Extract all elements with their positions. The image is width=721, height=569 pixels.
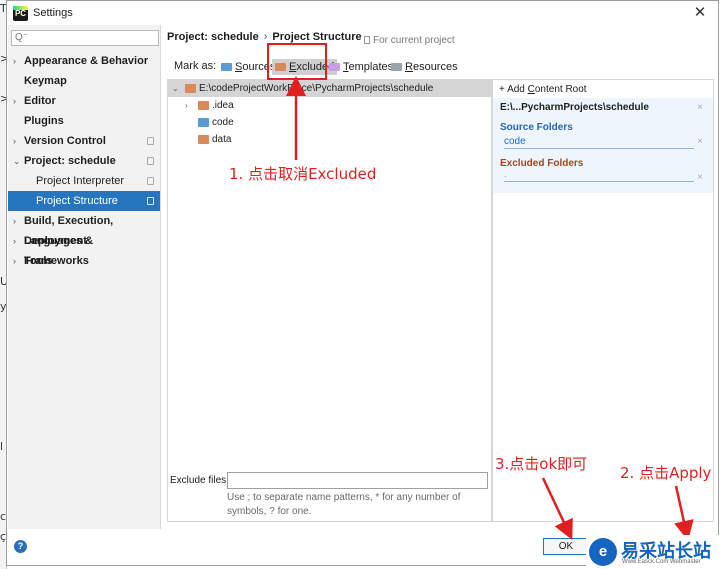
sidebar-item-label: Keymap xyxy=(24,75,67,87)
folder-tree-row[interactable]: › .idea xyxy=(168,97,491,114)
chevron-right-icon[interactable]: › xyxy=(185,97,188,114)
ok-button[interactable]: OK xyxy=(543,538,589,555)
sidebar-item-languages-frameworks[interactable]: › Languages & Frameworks xyxy=(8,231,160,267)
sidebar-item-label: Version Control xyxy=(24,135,106,147)
templates-folder-icon xyxy=(329,63,340,71)
sidebar-item-build-execution-deployment[interactable]: › Build, Execution, Deployment xyxy=(8,211,160,247)
exclude-files-label: Exclude files: xyxy=(170,475,229,486)
bg-char: l xyxy=(0,440,4,453)
sidebar-item-editor[interactable]: › Editor xyxy=(8,91,160,111)
mark-resources-button[interactable]: Resources xyxy=(391,59,458,75)
sidebar-item-version-control[interactable]: › Version Control xyxy=(8,131,160,151)
settings-sidebar: Q⁻ › Appearance & Behavior Keymap › Editor Pl… xyxy=(8,25,161,529)
folder-name: E:\codeProjectWorkPlace\PycharmProjects\… xyxy=(199,83,434,94)
sidebar-item-label: Project: schedule xyxy=(24,155,116,167)
sidebar-item-appearance-behavior[interactable]: › Appearance & Behavior xyxy=(8,51,160,71)
settings-dialog: PC Settings ✕ Q⁻ › Appearance & Behavior K… xyxy=(6,0,719,566)
exclude-files-hint: Use ; to separate name patterns, * for a… xyxy=(227,492,461,517)
folder-name: code xyxy=(212,117,234,128)
chevron-right-icon[interactable]: › xyxy=(13,131,16,151)
folder-tree-pane: ⌄ E:\codeProjectWorkPlace\PycharmProject… xyxy=(167,79,492,522)
settings-search-box[interactable]: Q⁻ xyxy=(11,30,159,46)
project-level-icon xyxy=(147,197,154,205)
excluded-folder-icon xyxy=(185,84,196,93)
annotation-step3: 3.点击ok即可 xyxy=(495,455,588,473)
excluded-folder-icon xyxy=(198,135,209,144)
search-icon: Q⁻ xyxy=(15,32,29,43)
folder-tree-root-row[interactable]: ⌄ E:\codeProjectWorkPlace\PycharmProject… xyxy=(168,80,491,97)
sidebar-item-label: Editor xyxy=(24,95,56,107)
annotation-step2: 2. 点击Apply xyxy=(620,464,712,482)
close-button[interactable]: ✕ xyxy=(691,4,709,22)
sidebar-item-plugins[interactable]: Plugins xyxy=(8,111,160,131)
chevron-right-icon[interactable]: › xyxy=(13,51,16,71)
add-content-root-button[interactable]: + Add Content Root xyxy=(499,84,587,95)
watermark-logo-icon: e xyxy=(589,538,617,566)
watermark: e 易采站长站 Www.Easck.Com Webmaster xyxy=(586,535,721,569)
watermark-subtext: Www.Easck.Com Webmaster xyxy=(622,559,701,565)
chevron-right-icon[interactable]: › xyxy=(13,251,16,271)
project-level-icon xyxy=(147,177,154,185)
chevron-right-icon[interactable]: › xyxy=(13,211,16,231)
remove-source-folder-icon[interactable]: × xyxy=(697,136,703,147)
chevron-right-icon[interactable]: › xyxy=(13,231,16,251)
breadcrumb-page: Project Structure xyxy=(272,31,362,43)
mark-templates-button[interactable]: Templates xyxy=(329,59,393,75)
folder-name: .idea xyxy=(212,100,234,111)
sidebar-item-label: Appearance & Behavior xyxy=(24,55,149,67)
breadcrumb-project: Project: schedule xyxy=(167,31,259,43)
excluded-folders-title: Excluded Folders xyxy=(500,158,584,169)
annotation-highlight-box xyxy=(267,43,327,80)
content-root-path: E:\...PycharmProjects\schedule xyxy=(500,102,649,113)
window-title: Settings xyxy=(33,7,73,19)
chevron-right-icon[interactable]: › xyxy=(13,91,16,111)
sidebar-item-project-structure[interactable]: Project Structure xyxy=(8,191,160,211)
resources-folder-icon xyxy=(391,63,402,71)
chevron-down-icon[interactable]: ⌄ xyxy=(172,80,179,97)
for-current-project-label: For current project xyxy=(373,35,455,46)
remove-excluded-folder-icon[interactable]: × xyxy=(697,172,703,183)
mark-as-label: Mark as: xyxy=(174,60,217,72)
sidebar-item-label: Project Interpreter xyxy=(36,175,125,187)
sidebar-item-project-schedule[interactable]: ⌄ Project: schedule xyxy=(8,151,160,171)
sidebar-item-keymap[interactable]: Keymap xyxy=(8,71,160,91)
exclude-files-input[interactable] xyxy=(227,472,488,489)
help-button[interactable]: ? xyxy=(14,540,27,553)
sidebar-item-label: Plugins xyxy=(24,115,64,127)
pycharm-app-icon: PC xyxy=(13,6,28,21)
breadcrumb: Project: schedule › Project Structure xyxy=(167,31,362,43)
folder-name: data xyxy=(212,134,232,145)
breadcrumb-separator: › xyxy=(263,31,268,43)
annotation-step1: 1. 点击取消Excluded xyxy=(229,165,377,183)
excluded-folder-item[interactable]: . xyxy=(504,169,507,180)
chevron-down-icon[interactable]: ⌄ xyxy=(13,151,21,171)
source-folder-underline xyxy=(504,148,694,149)
project-level-icon xyxy=(147,157,154,165)
folder-tree-row[interactable]: code xyxy=(168,114,491,131)
sidebar-item-label: Tools xyxy=(24,255,53,267)
excluded-folder-icon xyxy=(198,101,209,110)
folder-tree-row[interactable]: data xyxy=(168,131,491,148)
remove-content-root-icon[interactable]: × xyxy=(697,102,703,113)
source-folders-title: Source Folders xyxy=(500,122,573,133)
sidebar-item-label: Project Structure xyxy=(36,195,118,207)
title-bar: PC Settings ✕ xyxy=(7,1,718,26)
excluded-folder-underline xyxy=(504,181,694,182)
settings-search-input[interactable] xyxy=(28,31,156,45)
source-folder-item[interactable]: code xyxy=(504,136,526,147)
document-icon xyxy=(364,36,370,44)
sources-folder-icon xyxy=(198,118,209,127)
project-level-icon xyxy=(147,137,154,145)
sidebar-item-tools[interactable]: › Tools xyxy=(8,251,160,271)
sidebar-item-project-interpreter[interactable]: Project Interpreter xyxy=(8,171,160,191)
sources-folder-icon xyxy=(221,63,232,71)
for-current-project-note: For current project xyxy=(364,35,455,46)
